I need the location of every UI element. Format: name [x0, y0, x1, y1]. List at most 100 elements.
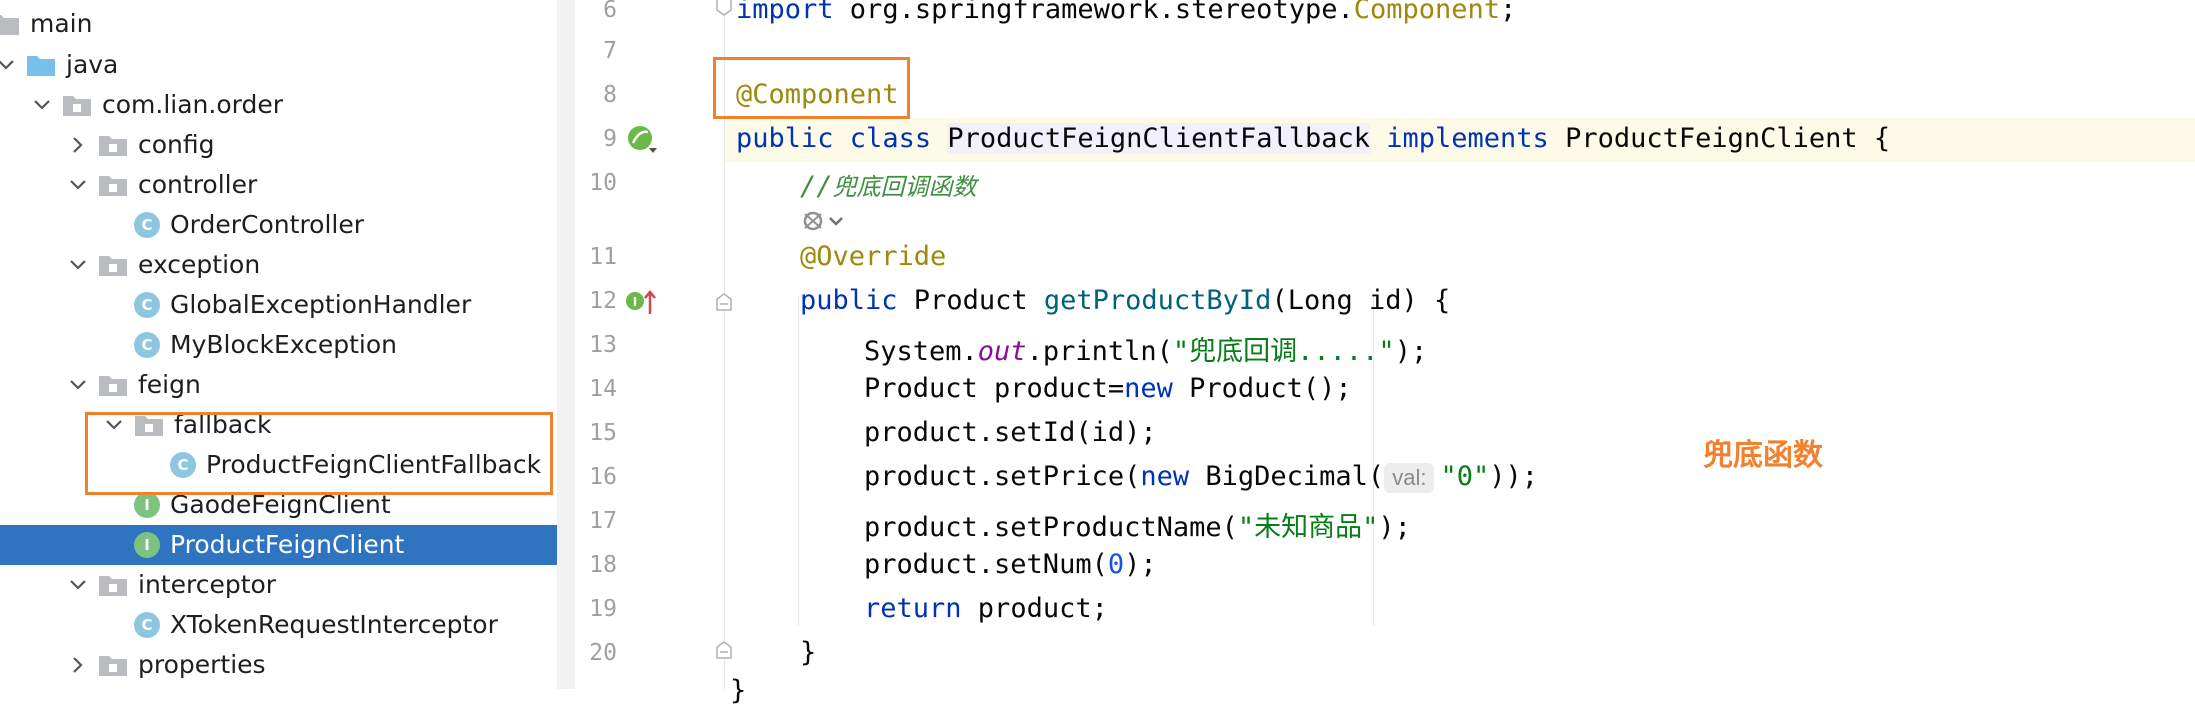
line-number: 7 [603, 38, 617, 64]
package-folder-icon [99, 376, 127, 396]
tree-item-label: com.lian.order [102, 90, 284, 119]
tree-item-label: java [66, 50, 119, 79]
keyword: return [864, 593, 962, 624]
code-text: ); [1394, 336, 1428, 367]
package-folder-icon [99, 136, 127, 156]
tree-item-properties[interactable]: properties [0, 645, 557, 685]
tree-item-label: ProductFeignClient [170, 530, 405, 559]
code-line-18[interactable]: product.setNum(0); [864, 549, 1157, 580]
tree-item-globalexceptionhandler[interactable]: C GlobalExceptionHandler [0, 285, 557, 325]
tree-item-feign[interactable]: feign [0, 365, 557, 405]
type: Product [897, 285, 1044, 316]
chevron-down-icon[interactable] [66, 573, 90, 597]
keyword: new [1140, 461, 1190, 492]
code-line-20[interactable]: } [800, 637, 816, 668]
code-line-19[interactable]: return product; [864, 593, 1108, 624]
code-line-16[interactable]: product.setPrice(new BigDecimal(val: "0")… [864, 461, 1538, 493]
code-text: product.setProductName( [864, 512, 1238, 543]
tree-item-interceptor[interactable]: interceptor [0, 565, 557, 605]
code-text: System. [864, 336, 978, 367]
fold-marker-icon[interactable] [714, 640, 734, 660]
string-literal: "未知商品" [1237, 512, 1379, 543]
chevron-down-icon[interactable] [66, 173, 90, 197]
fallback-highlight-box [85, 412, 553, 495]
chevron-right-icon[interactable] [66, 133, 90, 157]
interface-icon: I [134, 492, 160, 518]
package-folder-icon [99, 576, 127, 596]
interface-ref: ProductFeignClient { [1548, 123, 1891, 154]
tree-item-myblockexception[interactable]: C MyBlockException [0, 325, 557, 365]
fold-marker-icon[interactable] [714, 0, 734, 16]
code-text: BigDecimal( [1189, 461, 1385, 492]
tree-item-label: config [138, 130, 215, 159]
tree-item-controller[interactable]: controller [0, 165, 557, 205]
tree-item-label: exception [138, 250, 261, 279]
package-folder-icon [99, 256, 127, 276]
tree-item-config[interactable]: config [0, 125, 557, 165]
ai-assist-icon[interactable] [800, 208, 848, 234]
tree-item-main[interactable]: main [0, 4, 557, 44]
implements-method-icon[interactable]: I [625, 288, 659, 316]
tree-item-xtokenrequestinterceptor[interactable]: C XTokenRequestInterceptor [0, 605, 557, 645]
line-number: 6 [603, 0, 617, 23]
code-line-13[interactable]: System.out.println("兜底回调....."); [864, 329, 1427, 368]
tree-item-label: properties [138, 650, 266, 679]
tree-item-java[interactable]: java [0, 45, 557, 85]
code-text: org.springframework.stereotype. [833, 0, 1354, 25]
line-number: 10 [589, 170, 617, 196]
chevron-down-icon[interactable] [66, 373, 90, 397]
code-line-6[interactable]: import org.springframework.stereotype.Co… [736, 0, 1516, 25]
code-text: product.setNum( [864, 549, 1108, 580]
line-number: 17 [589, 508, 617, 534]
code-line-14[interactable]: Product product=new Product(); [864, 373, 1352, 404]
keyword: implements [1386, 123, 1549, 154]
indent-guide [798, 296, 799, 626]
method-name: getProductById [1043, 285, 1272, 316]
tree-item-ordercontroller[interactable]: C OrderController [0, 205, 557, 245]
code-line-21-partial: } [730, 675, 746, 706]
line-number: 11 [589, 244, 617, 270]
code-line-10[interactable]: //兜底回调函数 [800, 167, 977, 202]
string-literal: "兜底回调....." [1172, 336, 1395, 367]
keyword: class [833, 123, 948, 154]
code-text: .println( [1026, 336, 1173, 367]
chevron-down-icon[interactable] [66, 253, 90, 277]
class-ref: Component [1353, 0, 1501, 25]
folder-icon [0, 15, 19, 35]
line-number: 14 [589, 376, 617, 402]
chevron-down-icon[interactable] [0, 53, 18, 77]
svg-text:I: I [633, 295, 637, 309]
package-folder-icon [63, 96, 91, 116]
line-number: 16 [589, 464, 617, 490]
project-tree: main java com.lian.order config controller C O… [0, 0, 557, 689]
tree-scrollbar[interactable] [557, 0, 575, 689]
code-line-12[interactable]: public Product getProductById(Long id) { [800, 285, 1450, 316]
fold-marker-icon[interactable] [714, 292, 734, 312]
spring-bean-icon[interactable] [625, 124, 659, 156]
line-number: 12 [589, 288, 617, 314]
interface-icon: I [134, 532, 160, 558]
tree-item-productfeignclient[interactable]: I ProductFeignClient [0, 525, 557, 565]
code-line-11[interactable]: @Override [800, 241, 946, 272]
tree-item-com-lian-order[interactable]: com.lian.order [0, 85, 557, 125]
class-name: ProductFeignClientFallback [947, 123, 1370, 154]
chevron-right-icon[interactable] [66, 653, 90, 677]
package-folder-icon [99, 176, 127, 196]
chevron-down-icon[interactable] [30, 93, 54, 117]
string-literal: "0" [1440, 461, 1490, 492]
source-folder-icon [27, 56, 55, 76]
comment: // [800, 171, 833, 202]
tree-item-label: XTokenRequestInterceptor [170, 610, 498, 639]
code-text: product; [961, 593, 1108, 624]
tree-item-label: GlobalExceptionHandler [170, 290, 472, 319]
code-text: ; [1500, 0, 1517, 25]
line-number: 9 [603, 126, 617, 152]
code-line-9[interactable]: public class ProductFeignClientFallback … [736, 123, 1890, 154]
code-line-15[interactable]: product.setId(id); [864, 417, 1157, 448]
number-literal: 0 [1107, 549, 1125, 580]
static-field: out [977, 336, 1027, 367]
editor-gutter: 6 7 8 9 10 11 12 13 14 15 16 17 18 19 20 [575, 0, 725, 689]
class-icon: C [134, 212, 160, 238]
tree-item-exception[interactable]: exception [0, 245, 557, 285]
code-line-17[interactable]: product.setProductName("未知商品"); [864, 505, 1411, 544]
